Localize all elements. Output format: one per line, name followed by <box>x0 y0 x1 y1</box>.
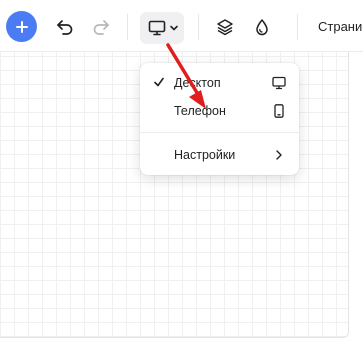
chevron-right-icon <box>276 150 282 160</box>
toolbar-divider <box>198 14 199 40</box>
menu-item-label: Настройки <box>174 148 236 162</box>
undo-icon <box>57 20 73 35</box>
toolbar-divider <box>127 14 128 40</box>
top-toolbar: Страни <box>0 0 363 52</box>
menu-item-label: Телефон <box>174 104 226 118</box>
monitor-icon <box>148 20 165 36</box>
layers-icon <box>217 19 233 36</box>
redo-button[interactable] <box>88 14 114 40</box>
phone-icon <box>274 104 284 118</box>
monitor-icon <box>272 76 286 90</box>
pages-menu-label[interactable]: Страни <box>318 19 362 34</box>
add-button[interactable] <box>6 11 37 42</box>
menu-item-desktop[interactable]: Десктоп <box>140 70 299 96</box>
menu-item-phone[interactable]: Телефон <box>140 98 299 124</box>
layers-button[interactable] <box>212 14 238 40</box>
toolbar-divider <box>297 14 298 40</box>
drop-icon <box>256 19 268 36</box>
menu-item-label: Десктоп <box>174 76 221 90</box>
device-dropdown-menu: Десктоп Телефон Настройки <box>140 63 299 175</box>
chevron-down-icon <box>169 25 178 31</box>
menu-item-settings[interactable]: Настройки <box>140 142 299 168</box>
device-switcher-button[interactable] <box>140 12 184 44</box>
app-frame: Страни Десктоп Телефон Настройки <box>0 0 363 340</box>
redo-icon <box>93 20 109 35</box>
theme-button[interactable] <box>249 14 275 40</box>
plus-icon <box>15 20 28 33</box>
check-icon <box>154 77 164 87</box>
menu-divider <box>140 132 299 133</box>
undo-button[interactable] <box>52 14 78 40</box>
